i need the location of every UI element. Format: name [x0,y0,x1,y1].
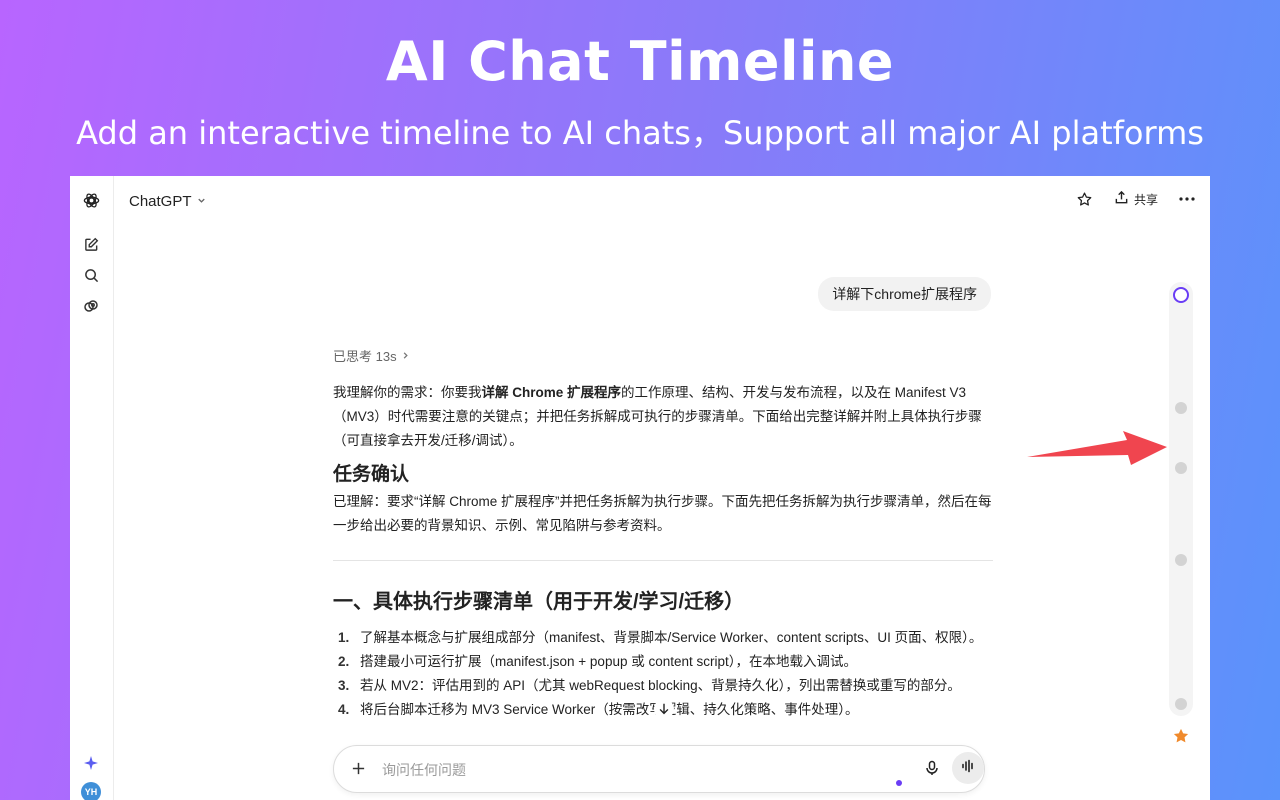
timeline-node[interactable] [1175,462,1187,474]
thought-label: 已思考 13s [333,349,397,364]
plus-icon[interactable] [348,758,368,778]
timeline-node[interactable] [1173,287,1189,303]
voice-wave-icon [961,759,975,778]
model-name: ChatGPT [129,192,192,210]
timeline-node[interactable] [1175,698,1187,710]
intro-bold: 详解 Chrome 扩展程序 [481,385,622,400]
composer [333,745,985,793]
timeline-track[interactable] [1169,282,1193,716]
step-number: 4. [338,702,350,717]
user-message: 详解下chrome扩展程序 [818,277,991,311]
step-number: 1. [338,630,350,645]
sparkle-icon[interactable] [81,753,101,773]
share-label: 共享 [1133,192,1158,207]
timeline-node[interactable] [1175,554,1187,566]
avatar[interactable]: YH [81,782,101,800]
intro-paragraph: 我理解你的需求：你要我详解 Chrome 扩展程序的工作原理、结构、开发与发布流… [333,381,993,453]
list-item: 2. 搭建最小可运行扩展（manifest.json + popup 或 cont… [333,650,993,674]
confirm-paragraph: 已理解：要求“详解 Chrome 扩展程序”并把任务拆解为执行步骤。下面先把任务… [333,494,992,533]
chevron-down-icon [196,193,207,210]
microphone-icon[interactable] [922,758,942,778]
model-selector[interactable]: ChatGPT [129,190,207,212]
status-dot [896,780,902,786]
step-text: 若从 MV2：评估用到的 API（尤其 webRequest blocking、… [360,678,961,693]
library-icon[interactable] [81,296,101,316]
hero-subtitle: Add an interactive timeline to AI chats，… [76,114,1204,152]
upload-icon [1114,190,1129,208]
chat-window: YH ChatGPT 共享 详解下chrome扩展程序 已思考 13s 我理解你… [70,176,1210,800]
divider [333,560,993,561]
top-actions: 共享 [1074,188,1198,210]
voice-mode-button[interactable] [952,752,984,784]
star-icon[interactable] [1074,188,1096,210]
chatgpt-logo-icon[interactable] [81,190,101,210]
timeline-star-icon[interactable] [1172,727,1190,745]
assistant-message: 已思考 13s 我理解你的需求：你要我详解 Chrome 扩展程序的工作原理、结… [333,346,993,722]
step-number: 3. [338,678,350,693]
intro-text-a: 我理解你的需求：你要我 [333,385,482,400]
steps-heading: 一、具体执行步骤清单（用于开发/学习/迁移） [333,591,745,613]
list-item: 3. 若从 MV2：评估用到的 API（尤其 webRequest blockin… [333,674,993,698]
pointer-arrow [1027,431,1167,465]
hero-title: AI Chat Timeline [385,30,895,93]
step-number: 2. [338,654,350,669]
search-icon[interactable] [81,265,101,285]
scroll-down-icon[interactable] [654,699,674,719]
step-text: 搭建最小可运行扩展（manifest.json + popup 或 conten… [360,654,858,669]
confirm-heading: 任务确认 [333,464,410,485]
new-chat-icon[interactable] [81,234,101,254]
step-text: 将后台脚本迁移为 MV3 Service Worker（按需改写逻辑、持久化策略… [360,702,859,717]
chat-input[interactable] [380,757,824,783]
step-text: 了解基本概念与扩展组成部分（manifest、背景脚本/Service Work… [360,630,983,645]
share-button[interactable]: 共享 [1114,188,1158,210]
chevron-right-icon [401,348,410,363]
more-options-icon[interactable] [1176,188,1198,210]
thought-toggle[interactable]: 已思考 13s [333,346,993,365]
list-item: 1. 了解基本概念与扩展组成部分（manifest、背景脚本/Service Wo… [333,626,993,650]
timeline-node[interactable] [1175,402,1187,414]
sidebar: YH [70,176,114,800]
